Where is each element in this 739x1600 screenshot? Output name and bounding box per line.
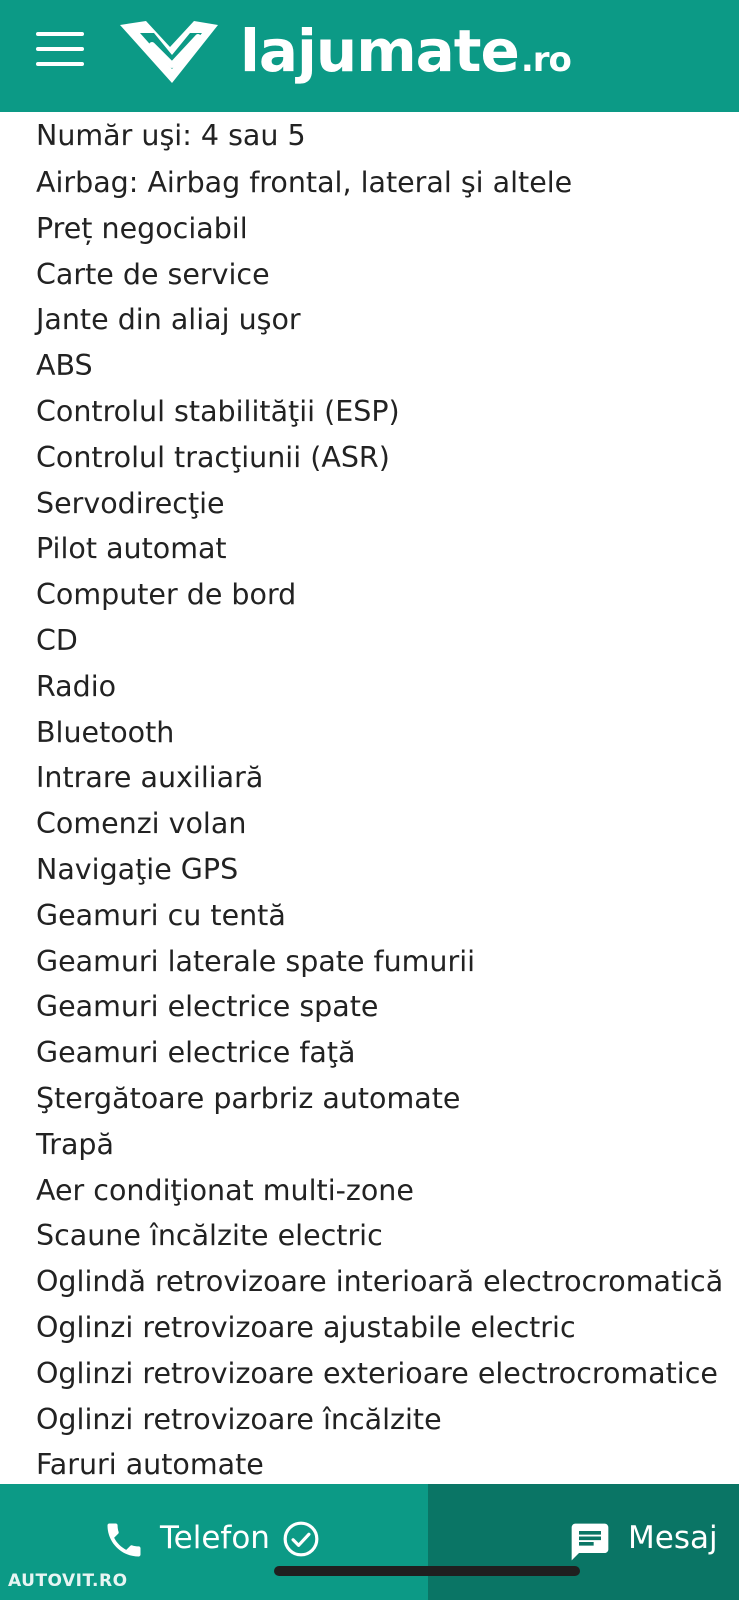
- logo-tld: .ro: [520, 40, 572, 80]
- feature-item: Faruri automate: [36, 1448, 264, 1482]
- phone-icon: [107, 1523, 141, 1557]
- menu-line: [36, 32, 84, 36]
- app-header: lajumate .ro: [0, 0, 739, 112]
- feature-item: Preț negociabil: [36, 211, 248, 245]
- feature-item: Controlul tracţiunii (ASR): [36, 440, 390, 474]
- feature-item: Oglinzi retrovizoare exterioare electroc…: [36, 1356, 718, 1390]
- feature-item: Servodirecţie: [36, 486, 225, 520]
- feature-item: Controlul stabilităţii (ESP): [36, 394, 400, 428]
- feature-item: Geamuri laterale spate fumurii: [36, 944, 476, 978]
- feature-item: Ştergătoare parbriz automate: [36, 1081, 461, 1115]
- feature-item: Navigaţie GPS: [36, 852, 239, 886]
- lajumate-logo[interactable]: lajumate .ro: [112, 6, 572, 96]
- feature-item: Bluetooth: [36, 715, 175, 749]
- message-button-label: Mesaj: [628, 1520, 718, 1556]
- handshake-logo-icon: [120, 21, 218, 83]
- feature-item: Număr uşi: 4 sau 5: [36, 119, 306, 152]
- feature-item: Geamuri cu tentă: [36, 898, 286, 932]
- logo-text: lajumate: [240, 17, 520, 85]
- feature-item: Aer condiţionat multi-zone: [36, 1173, 414, 1207]
- feature-item: Pilot automat: [36, 532, 227, 566]
- autovit-watermark: AUTOVIT.RO: [8, 1571, 128, 1591]
- feature-item: Comenzi volan: [36, 807, 247, 841]
- feature-item: Carte de service: [36, 257, 270, 291]
- feature-item: Oglinzi retrovizoare încălzite: [36, 1402, 442, 1436]
- hamburger-menu-button[interactable]: [36, 32, 84, 66]
- feature-item: Geamuri electrice spate: [36, 990, 379, 1024]
- menu-line: [36, 47, 84, 51]
- feature-item: Jante din aliaj uşor: [36, 303, 301, 337]
- chat-bubble-icon: [571, 1523, 609, 1561]
- feature-item: Geamuri electrice faţă: [36, 1036, 356, 1070]
- feature-item: Intrare auxiliară: [36, 761, 264, 795]
- feature-item: CD: [36, 623, 78, 657]
- check-circle-icon: [283, 1521, 319, 1557]
- feature-item: Radio: [36, 669, 117, 703]
- logo-wordmark: lajumate .ro: [240, 17, 572, 85]
- feature-item: Oglindă retrovizoare interioară electroc…: [36, 1265, 724, 1299]
- feature-item: ABS: [36, 349, 93, 383]
- feature-item: Scaune încălzite electric: [36, 1219, 383, 1253]
- features-list: Număr uşi: 4 sau 5 Airbag: Airbag fronta…: [0, 112, 739, 1484]
- home-indicator[interactable]: [274, 1566, 580, 1576]
- message-button[interactable]: Mesaj: [428, 1484, 739, 1600]
- feature-item: Airbag: Airbag frontal, lateral şi altel…: [36, 166, 573, 199]
- feature-item: Trapă: [36, 1127, 114, 1161]
- feature-item: Computer de bord: [36, 578, 297, 612]
- phone-button-label: Telefon: [160, 1520, 270, 1556]
- feature-item: Oglinzi retrovizoare ajustabile electric: [36, 1310, 576, 1344]
- menu-line: [36, 62, 84, 66]
